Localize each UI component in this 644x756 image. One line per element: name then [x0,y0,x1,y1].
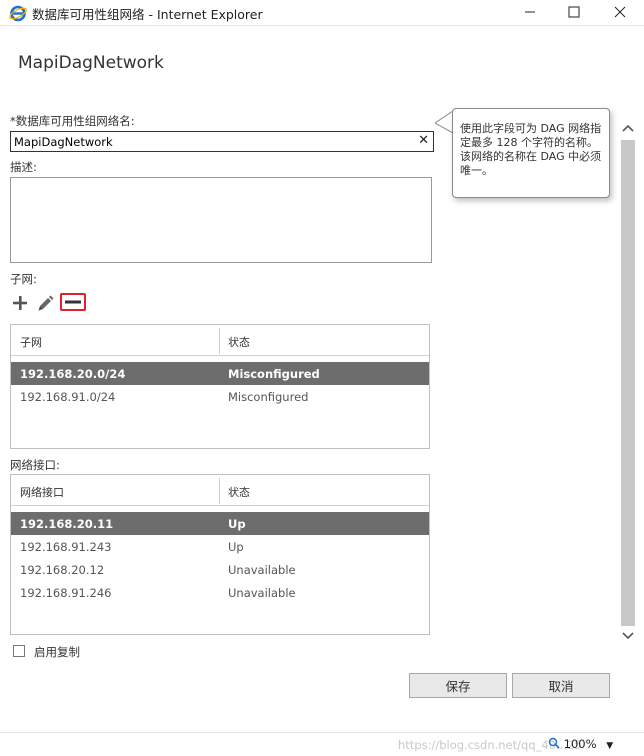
zoom-icon [548,737,560,749]
column-header-subnet[interactable]: 子网 [20,334,42,350]
close-button[interactable] [598,0,642,24]
column-header-status[interactable]: 状态 [228,334,250,350]
tooltip-pointer [435,111,453,134]
zoom-control[interactable]: 100% ▼ [548,737,613,751]
cell-interface: 192.168.91.243 [20,540,112,554]
minus-icon [65,300,81,304]
name-help-tooltip: 使用此字段可为 DAG 网络指定最多 128 个字符的名称。该网络的名称在 DA… [452,108,610,198]
interfaces-label: 网络接口: [10,458,60,472]
maximize-icon [568,6,580,18]
column-divider [219,328,220,354]
column-divider [219,478,220,504]
cell-status: Misconfigured [228,390,309,404]
pencil-icon[interactable] [37,295,54,312]
table-row[interactable]: 192.168.91.243 Up [11,535,429,558]
cell-interface: 192.168.20.12 [20,563,105,577]
enable-replication-label: 启用复制 [34,645,80,659]
close-icon [614,6,626,18]
interfaces-table: 网络接口 状态 192.168.20.11 Up 192.168.91.243 … [10,474,430,635]
table-row[interactable]: 192.168.20.12 Unavailable [11,558,429,581]
zoom-level: 100% [563,737,597,751]
column-header-interface[interactable]: 网络接口 [20,484,64,500]
status-bar: https://blog.csdn.net/qq_40...25 100% ▼ [0,732,644,756]
table-header: 子网 状态 [11,325,429,356]
internet-explorer-icon [9,5,27,22]
zoom-dropdown-icon: ▼ [606,741,614,751]
plus-icon[interactable] [12,295,28,311]
scrollbar-thumb[interactable] [621,140,635,626]
chevron-up-icon[interactable] [621,122,635,134]
window-titlebar: 数据库可用性组网络 - Internet Explorer [0,0,644,26]
minimize-button[interactable] [508,0,552,24]
minimize-icon [525,11,535,13]
cell-status: Misconfigured [228,367,320,381]
name-input-value: MapiDagNetwork [14,135,113,149]
cell-status: Unavailable [228,586,296,600]
save-button[interactable]: 保存 [409,673,507,698]
cell-status: Up [228,517,246,531]
enable-replication-checkbox[interactable] [13,645,25,657]
cell-status: Unavailable [228,563,296,577]
description-textarea[interactable] [10,177,432,263]
cell-interface: 192.168.91.246 [20,586,112,600]
table-row[interactable]: 192.168.91.0/24 Misconfigured [11,385,429,408]
maximize-button[interactable] [552,0,596,24]
table-row[interactable]: 192.168.20.11 Up [11,512,429,535]
cancel-button[interactable]: 取消 [512,673,610,698]
cell-subnet: 192.168.20.0/24 [20,367,126,381]
remove-button[interactable] [60,293,86,311]
page-title: MapiDagNetwork [18,53,164,73]
table-header: 网络接口 状态 [11,475,429,506]
chevron-down-icon[interactable] [621,630,635,642]
name-label: *数据库可用性组网络名: [10,114,135,128]
name-input[interactable]: MapiDagNetwork ✕ [10,131,434,152]
table-row[interactable]: 192.168.20.0/24 Misconfigured [11,362,429,385]
subnets-table: 子网 状态 192.168.20.0/24 Misconfigured 192.… [10,324,430,449]
clear-icon[interactable]: ✕ [418,133,429,148]
window-title: 数据库可用性组网络 - Internet Explorer [32,7,263,22]
cell-subnet: 192.168.91.0/24 [20,390,116,404]
table-row[interactable]: 192.168.91.246 Unavailable [11,581,429,604]
description-label: 描述: [10,160,37,174]
subnets-label: 子网: [10,272,37,286]
cell-status: Up [228,540,244,554]
column-header-status[interactable]: 状态 [228,484,250,500]
vertical-scrollbar[interactable] [618,118,638,648]
cell-interface: 192.168.20.11 [20,517,114,531]
